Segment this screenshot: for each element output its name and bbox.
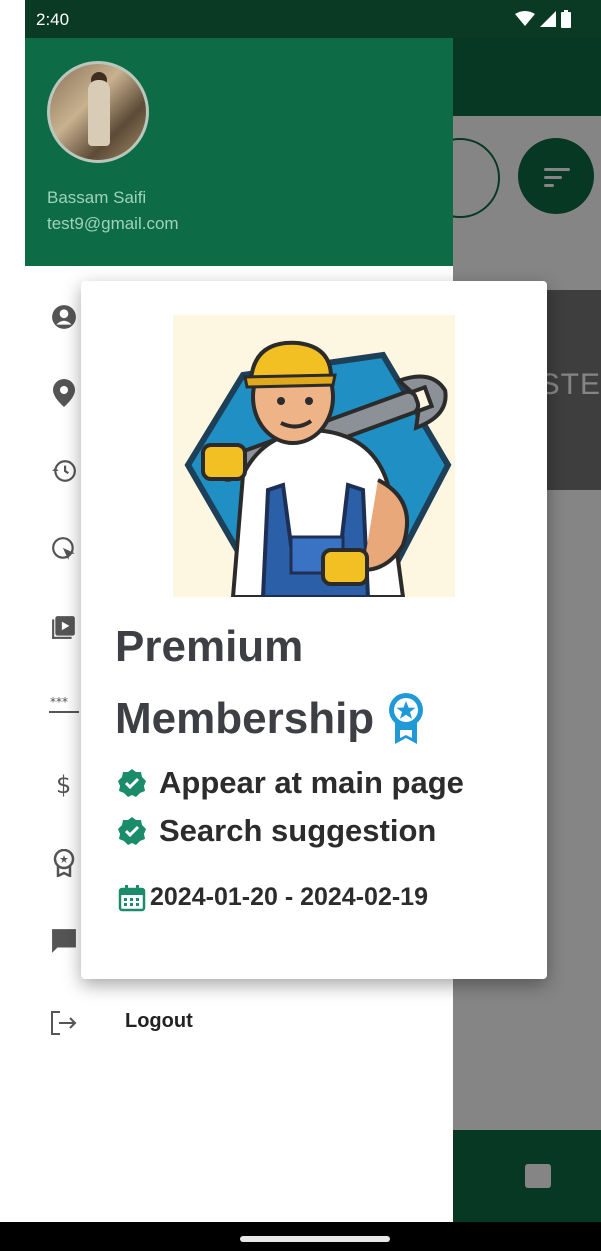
user-email: test9@gmail.com [47, 214, 179, 233]
location-pin-icon[interactable] [49, 378, 79, 408]
avatar-figure [88, 80, 110, 146]
screen-left-margin [0, 0, 25, 1251]
chat-icon[interactable] [49, 926, 79, 956]
avatar[interactable] [47, 61, 149, 163]
status-time: 2:40 [36, 10, 70, 29]
video-library-icon[interactable] [49, 612, 79, 642]
award-ribbon-icon [389, 693, 424, 744]
dollar-icon[interactable]: $ [49, 770, 79, 800]
mechanic-mascot-illustration [173, 315, 455, 597]
title-line-2: Membership [115, 694, 375, 743]
wifi-icon [515, 11, 535, 26]
award-icon[interactable] [49, 848, 79, 878]
account-icon[interactable] [49, 302, 79, 332]
title-line-2-row: Membership [115, 683, 535, 755]
logout-icon[interactable] [49, 1008, 79, 1038]
feature-search-suggestion: Search suggestion [117, 813, 436, 849]
feature-appear-main-page: Appear at main page [117, 765, 464, 801]
feature-label: Appear at main page [159, 765, 464, 800]
premium-membership-dialog: Premium Membership Appear at main page S… [81, 281, 547, 979]
verified-check-icon [118, 817, 146, 845]
membership-date-range: 2024-01-20 - 2024-02-19 [118, 883, 428, 912]
battery-icon [561, 10, 571, 28]
dialog-title: Premium Membership [115, 611, 535, 755]
svg-text:***: *** [50, 695, 68, 709]
feature-label: Search suggestion [159, 813, 437, 848]
home-gesture-handle[interactable] [240, 1236, 390, 1242]
system-navigation-bar [0, 1222, 601, 1251]
svg-text:$: $ [56, 771, 71, 799]
logout-menu-item[interactable]: Logout [125, 1010, 193, 1033]
drawer-header: Bassam Saifi test9@gmail.com [25, 38, 453, 266]
user-name: Bassam Saifi [47, 188, 147, 207]
calendar-icon [118, 884, 146, 911]
status-icons [515, 10, 571, 28]
signal-icon [540, 11, 556, 27]
title-line-1: Premium [115, 622, 304, 671]
date-range-text: 2024-01-20 - 2024-02-19 [150, 883, 428, 911]
cursor-click-icon[interactable] [49, 534, 79, 564]
verified-check-icon [118, 769, 146, 797]
history-icon[interactable] [49, 456, 79, 486]
mechanic-mascot-image [184, 340, 452, 597]
status-bar: 2:40 [25, 0, 601, 38]
password-icon[interactable]: *** [49, 690, 79, 720]
